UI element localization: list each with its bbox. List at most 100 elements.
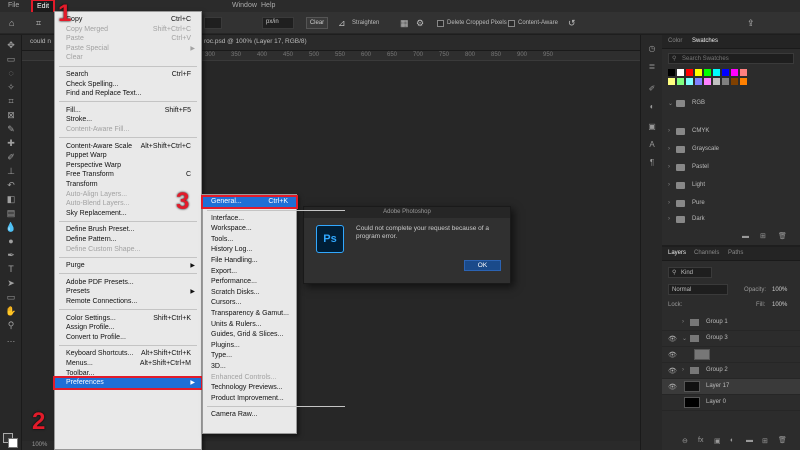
resolution-field[interactable] <box>204 17 222 29</box>
menu-item-purge[interactable]: Purge ▶ <box>55 261 201 271</box>
background-color[interactable] <box>8 438 18 448</box>
fx-icon[interactable]: fx <box>698 437 703 444</box>
reset-icon[interactable]: ↺ <box>568 18 576 29</box>
chevron-right-icon[interactable]: › <box>682 367 684 373</box>
menu-item-cursors[interactable]: Cursors... <box>203 298 296 308</box>
magic-wand-icon[interactable]: ✧ <box>5 81 17 93</box>
menu-item-define-pattern[interactable]: Define Pattern... <box>55 235 201 245</box>
tab-paths[interactable]: Paths <box>728 250 743 256</box>
menu-item-puppet-warp[interactable]: Puppet Warp <box>55 151 201 161</box>
menu-item-find-and-replace-text[interactable]: Find and Replace Text... <box>55 89 201 99</box>
more-tools-icon[interactable]: … <box>5 333 17 345</box>
menu-window[interactable]: Window <box>232 2 257 9</box>
menu-item-history-log[interactable]: History Log... <box>203 245 296 255</box>
doc-tab-1[interactable]: could n <box>30 38 51 45</box>
tab-color[interactable]: Color <box>668 38 682 44</box>
gear-icon[interactable]: ⚙ <box>416 18 424 29</box>
pen-tool-icon[interactable]: ✒ <box>5 249 17 261</box>
character-panel-icon[interactable]: A <box>646 139 658 151</box>
eye-icon[interactable]: 👁 <box>668 367 677 375</box>
blend-mode-select[interactable]: Normal <box>668 284 728 295</box>
menu-item-toolbar[interactable]: Toolbar... <box>55 369 201 379</box>
brush-tool-icon[interactable]: ✐ <box>5 151 17 163</box>
color-swatch[interactable] <box>740 69 747 76</box>
brush-panel-icon[interactable]: ✐ <box>646 83 658 95</box>
menu-item-free-transform[interactable]: Free Transform C <box>55 170 201 180</box>
color-swatch[interactable] <box>731 69 738 76</box>
swatch-group-grayscale[interactable]: › Grayscale <box>662 143 800 157</box>
color-swatch[interactable] <box>695 69 702 76</box>
color-swatch[interactable] <box>695 78 702 85</box>
opacity-value[interactable]: 100% <box>772 287 787 293</box>
menu-item-assign-profile[interactable]: Assign Profile... <box>55 323 201 333</box>
menu-item-performance[interactable]: Performance... <box>203 277 296 287</box>
healing-brush-icon[interactable]: ✚ <box>5 137 17 149</box>
menu-item-export[interactable]: Export... <box>203 267 296 277</box>
menu-item-workspace[interactable]: Workspace... <box>203 224 296 234</box>
zoom-tool-icon[interactable]: ⚲ <box>5 319 17 331</box>
frame-tool-icon[interactable]: ⊠ <box>5 109 17 121</box>
swatch-group-rgb[interactable]: ⌄ RGB <box>662 97 800 111</box>
rectangle-tool-icon[interactable]: ▭ <box>5 291 17 303</box>
gradient-tool-icon[interactable]: ▤ <box>5 207 17 219</box>
menu-file[interactable]: File <box>8 2 19 9</box>
menu-item-technology-previews[interactable]: Technology Previews... <box>203 383 296 393</box>
content-aware-checkbox[interactable] <box>508 20 515 27</box>
layer-row[interactable]: 👁 ⌄ Group 3 <box>662 331 800 347</box>
eyedropper-icon[interactable]: ✎ <box>5 123 17 135</box>
layer-row[interactable]: Layer 0 <box>662 395 800 411</box>
color-swatch[interactable] <box>731 78 738 85</box>
color-swatch[interactable] <box>686 69 693 76</box>
new-group-icon[interactable]: ▬ <box>742 233 749 240</box>
new-swatch-icon[interactable]: ⊞ <box>760 232 766 240</box>
menu-item-camera-raw[interactable]: Camera Raw... <box>203 410 296 420</box>
marquee-tool-icon[interactable]: ▭ <box>5 53 17 65</box>
home-icon[interactable]: ⌂ <box>9 18 14 28</box>
zoom-level[interactable]: 100% <box>32 442 47 448</box>
menu-item-presets[interactable]: Presets ▶ <box>55 287 201 297</box>
swatch-search-input[interactable]: ⚲ Search Swatches <box>668 53 794 64</box>
menu-item-stroke[interactable]: Stroke... <box>55 115 201 125</box>
libraries-panel-icon[interactable]: ▣ <box>646 121 658 133</box>
trash-icon[interactable]: 🗑 <box>778 232 787 240</box>
layer-row[interactable]: 👁 <box>662 347 800 363</box>
menu-item-plugins[interactable]: Plugins... <box>203 341 296 351</box>
eye-icon[interactable]: 👁 <box>668 383 677 391</box>
color-swatch[interactable] <box>677 78 684 85</box>
swatch-group-cmyk[interactable]: › CMYK <box>662 125 800 139</box>
fill-value[interactable]: 100% <box>772 302 787 308</box>
eraser-tool-icon[interactable]: ◧ <box>5 193 17 205</box>
eye-icon[interactable]: 👁 <box>668 335 677 343</box>
menu-item-remote-connections[interactable]: Remote Connections... <box>55 297 201 307</box>
swatch-group-dark[interactable]: › Dark <box>662 213 800 227</box>
color-swatch[interactable] <box>740 78 747 85</box>
new-layer-icon[interactable]: ⊞ <box>762 437 768 445</box>
menu-item-scratch-disks[interactable]: Scratch Disks... <box>203 288 296 298</box>
stamp-tool-icon[interactable]: ⊥ <box>5 165 17 177</box>
crop-tool-icon[interactable]: ⌗ <box>5 95 17 107</box>
link-layers-icon[interactable]: ⊖ <box>682 437 688 445</box>
color-swatch[interactable] <box>677 69 684 76</box>
menu-item-convert-to-profile[interactable]: Convert to Profile... <box>55 333 201 343</box>
menu-item-perspective-warp[interactable]: Perspective Warp <box>55 161 201 171</box>
color-swatch[interactable] <box>713 78 720 85</box>
menu-item-color-settings[interactable]: Color Settings... Shift+Ctrl+K <box>55 314 201 324</box>
menu-item-transparency-gamut[interactable]: Transparency & Gamut... <box>203 309 296 319</box>
path-select-icon[interactable]: ➤ <box>5 277 17 289</box>
share-icon[interactable]: ⇪ <box>747 18 755 29</box>
clear-button[interactable]: Clear <box>306 17 328 29</box>
menu-item-tools[interactable]: Tools... <box>203 235 296 245</box>
layer-row[interactable]: › Group 1 <box>662 315 800 331</box>
menu-item-adobe-pdf-presets[interactable]: Adobe PDF Presets... <box>55 278 201 288</box>
menu-item-general[interactable]: General... Ctrl+K <box>201 195 298 209</box>
move-tool-icon[interactable]: ✥ <box>5 39 17 51</box>
menu-item-preferences[interactable]: Preferences ▶ <box>53 376 203 391</box>
crop-tool-icon[interactable]: ⌗ <box>36 18 41 29</box>
menu-item-keyboard-shortcuts[interactable]: Keyboard Shortcuts... Alt+Shift+Ctrl+K <box>55 349 201 359</box>
color-swatch[interactable] <box>686 78 693 85</box>
adjustments-panel-icon[interactable]: ◐ <box>646 101 658 113</box>
type-tool-icon[interactable]: T <box>5 263 17 275</box>
delete-cropped-checkbox[interactable] <box>437 20 444 27</box>
tab-layers[interactable]: Layers <box>668 250 686 256</box>
paragraph-panel-icon[interactable]: ¶ <box>646 157 658 169</box>
